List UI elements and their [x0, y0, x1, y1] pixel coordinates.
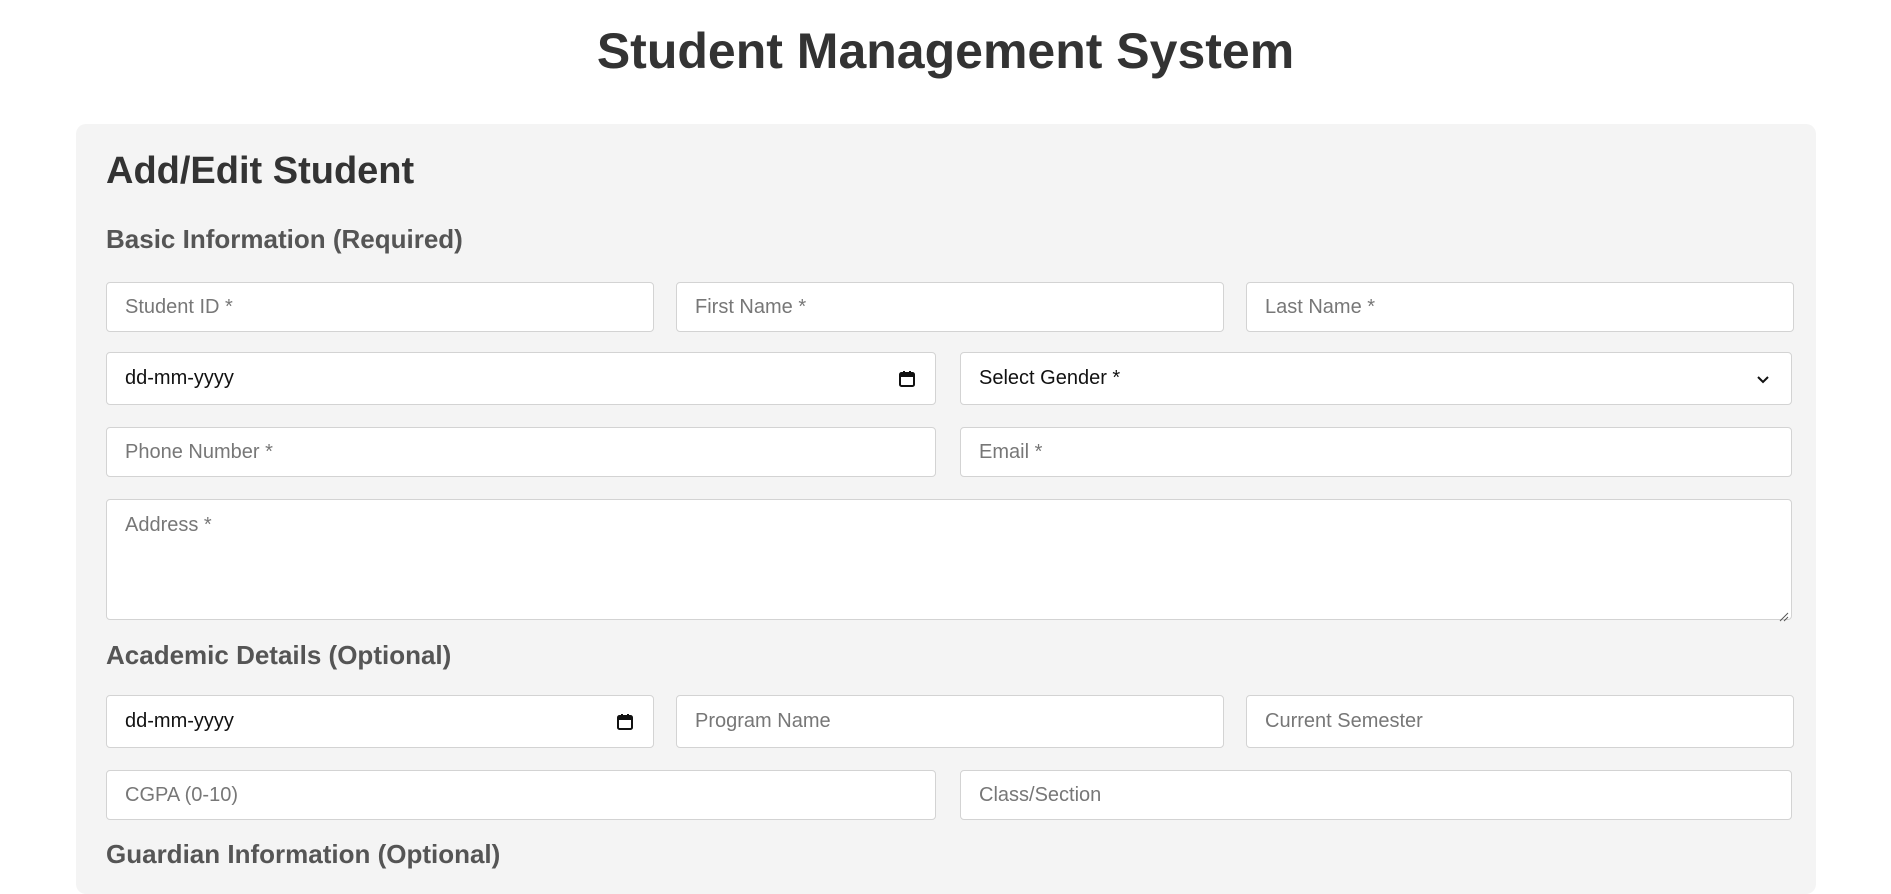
first-name-input[interactable]: First Name * [676, 282, 1224, 332]
form-title: Add/Edit Student [106, 150, 415, 192]
first-name-placeholder: First Name * [695, 295, 807, 318]
gender-select[interactable]: Select Gender * [960, 352, 1792, 405]
cgpa-input[interactable]: CGPA (0-10) [106, 770, 936, 820]
section-title-basic: Basic Information (Required) [106, 224, 463, 254]
address-placeholder: Address * [125, 514, 212, 536]
date-of-birth-value: dd-mm-yyyy [125, 367, 234, 389]
gender-selected-value: Select Gender * [979, 367, 1121, 389]
cgpa-placeholder: CGPA (0-10) [125, 783, 238, 806]
last-name-placeholder: Last Name * [1265, 295, 1376, 318]
class-section-input[interactable]: Class/Section [960, 770, 1792, 820]
date-of-birth-input[interactable]: dd-mm-yyyy [106, 352, 936, 405]
last-name-input[interactable]: Last Name * [1246, 282, 1794, 332]
resize-grip-icon[interactable] [1777, 605, 1789, 622]
section-title-academic: Academic Details (Optional) [106, 640, 452, 670]
chevron-down-icon [1753, 369, 1773, 389]
email-input[interactable]: Email * [960, 427, 1792, 477]
current-semester-placeholder: Current Semester [1265, 710, 1423, 732]
student-form-card: Add/Edit Student Basic Information (Requ… [76, 124, 1816, 894]
current-semester-input[interactable]: Current Semester [1246, 695, 1794, 748]
phone-number-placeholder: Phone Number * [125, 440, 273, 463]
program-name-placeholder: Program Name [695, 710, 831, 732]
admission-date-value: dd-mm-yyyy [125, 710, 234, 732]
admission-date-input[interactable]: dd-mm-yyyy [106, 695, 654, 748]
page-title: Student Management System [596, 23, 1295, 79]
address-textarea[interactable]: Address * [106, 499, 1792, 622]
section-title-guardian: Guardian Information (Optional) [106, 839, 501, 869]
calendar-icon[interactable] [615, 712, 635, 732]
program-name-input[interactable]: Program Name [676, 695, 1224, 748]
calendar-icon[interactable] [897, 369, 917, 389]
class-section-placeholder: Class/Section [979, 783, 1102, 806]
phone-number-input[interactable]: Phone Number * [106, 427, 936, 477]
email-placeholder: Email * [979, 440, 1043, 463]
student-id-input[interactable]: Student ID * [106, 282, 654, 332]
student-id-placeholder: Student ID * [125, 295, 233, 318]
